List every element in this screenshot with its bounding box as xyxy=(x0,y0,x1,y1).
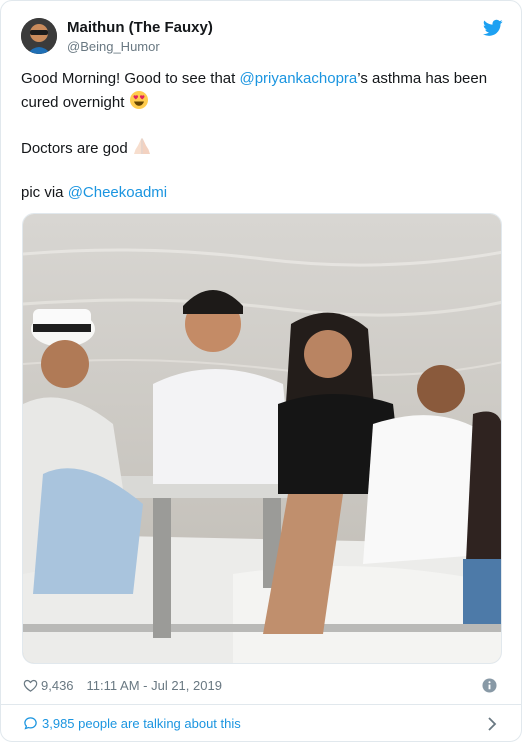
tweet-line-1: Good Morning! Good to see that @priyanka… xyxy=(21,68,501,114)
speech-bubble-icon xyxy=(24,717,37,730)
tweet-card: Maithun (The Fauxy) @Being_Humor Good Mo… xyxy=(0,0,522,742)
tweet-timestamp[interactable]: 11:11 AM - Jul 21, 2019 xyxy=(87,678,222,693)
avatar[interactable] xyxy=(21,18,57,54)
heart-icon[interactable] xyxy=(23,678,38,693)
author-names[interactable]: Maithun (The Fauxy) @Being_Humor xyxy=(67,19,213,56)
photo-illustration xyxy=(23,214,501,663)
tweet-header: Maithun (The Fauxy) @Being_Humor xyxy=(21,16,503,56)
user-handle[interactable]: @Being_Humor xyxy=(67,38,213,56)
tweet-photo[interactable] xyxy=(22,213,502,664)
chevron-right-icon[interactable] xyxy=(487,717,497,731)
heart-eyes-emoji-icon xyxy=(129,91,148,109)
like-count[interactable]: 9,436 xyxy=(41,678,74,693)
mention-priyankachopra-link[interactable]: @priyankachopra xyxy=(239,70,357,87)
text-segment: pic via xyxy=(21,184,68,201)
tweet-line-2: Doctors are god xyxy=(21,136,501,160)
tweet-text: Good Morning! Good to see that @priyanka… xyxy=(21,68,501,204)
tweet-meta: 9,436 11:11 AM - Jul 21, 2019 xyxy=(23,677,501,695)
mention-cheekoadmi-link[interactable]: @Cheekoadmi xyxy=(68,184,167,201)
conversation-text[interactable]: 3,985 people are talking about this xyxy=(42,716,241,731)
conversation-link[interactable]: 3,985 people are talking about this xyxy=(23,714,501,734)
twitter-bird-icon[interactable] xyxy=(483,19,503,37)
folded-hands-emoji-icon xyxy=(133,138,150,154)
tweet-line-3: pic via @Cheekoadmi xyxy=(21,182,501,204)
display-name[interactable]: Maithun (The Fauxy) xyxy=(67,19,213,37)
text-segment: Doctors are god xyxy=(21,140,132,157)
divider xyxy=(1,704,521,705)
info-icon[interactable] xyxy=(482,678,497,693)
text-segment: Good Morning! Good to see that xyxy=(21,70,240,87)
